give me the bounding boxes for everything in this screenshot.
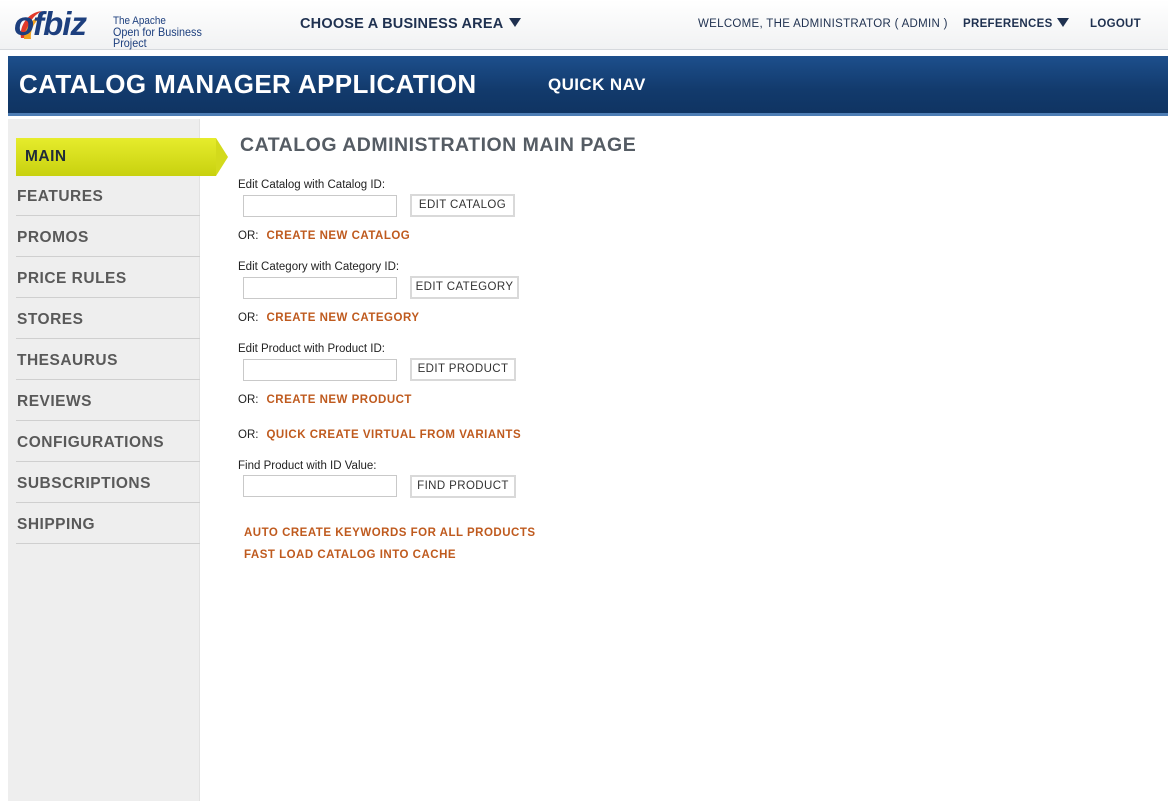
auto-create-keywords-link[interactable]: AUTO CREATE KEYWORDS FOR ALL PRODUCTS <box>244 527 536 539</box>
find-product-label: Find Product with ID Value: <box>238 460 377 472</box>
create-new-category-link[interactable]: CREATE NEW CATEGORY <box>266 312 419 324</box>
dropdown-triangle-icon <box>509 18 522 27</box>
logo-subtitle-line2: Open for Business Project <box>113 25 202 50</box>
application-title: CATALOG MANAGER APPLICATION <box>19 69 477 99</box>
sidebar-item-thesaurus[interactable]: THESAURUS <box>16 342 200 380</box>
sidebar-item-price-rules[interactable]: PRICE RULES <box>16 260 200 298</box>
edit-category-label: Edit Category with Category ID: <box>238 261 400 273</box>
create-new-product-link[interactable]: CREATE NEW PRODUCT <box>266 394 412 406</box>
product-id-input[interactable] <box>243 359 397 381</box>
edit-catalog-label: Edit Catalog with Catalog ID: <box>238 179 386 191</box>
logo-wordmark: ofbiz <box>14 5 87 42</box>
sidebar-item-stores[interactable]: STORES <box>16 301 200 339</box>
top-header: ofbiz The Apache Open for Business Proje… <box>0 0 1168 50</box>
welcome-text: WELCOME, THE ADMINISTRATOR ( ADMIN ) <box>698 18 948 30</box>
sidebar-item-features[interactable]: FEATURES <box>16 178 200 216</box>
catalog-id-input[interactable] <box>243 195 397 217</box>
edit-product-button[interactable]: EDIT PRODUCT <box>410 358 516 381</box>
sidebar-item-configurations[interactable]: CONFIGURATIONS <box>16 424 200 462</box>
create-product-row: OR: CREATE NEW PRODUCT <box>238 394 412 406</box>
sidebar: MAIN FEATURES PROMOS PRICE RULES STORES … <box>8 119 228 801</box>
sidebar-item-shipping[interactable]: SHIPPING <box>16 506 200 544</box>
business-area-menu[interactable]: CHOOSE A BUSINESS AREA <box>300 16 522 32</box>
create-new-catalog-link[interactable]: CREATE NEW CATALOG <box>266 230 410 242</box>
sidebar-item-promos[interactable]: PROMOS <box>16 219 200 257</box>
ofbiz-logo[interactable]: ofbiz The Apache Open for Business Proje… <box>14 4 244 49</box>
preferences-label: PREFERENCES <box>963 18 1053 30</box>
or-label: OR: <box>238 230 259 242</box>
logo-subtitle: The Apache Open for Business Project <box>113 16 231 50</box>
create-category-row: OR: CREATE NEW CATEGORY <box>238 312 420 324</box>
dropdown-triangle-icon <box>1056 18 1069 27</box>
page-title: CATALOG ADMINISTRATION MAIN PAGE <box>240 134 637 156</box>
find-product-input[interactable] <box>243 475 397 497</box>
create-catalog-row: OR: CREATE NEW CATALOG <box>238 230 410 242</box>
or-label: OR: <box>238 312 259 324</box>
edit-product-label: Edit Product with Product ID: <box>238 343 386 355</box>
edit-catalog-button[interactable]: EDIT CATALOG <box>410 194 515 217</box>
application-bar: CATALOG MANAGER APPLICATION QUICK NAV <box>8 56 1168 116</box>
or-label: OR: <box>238 394 259 406</box>
find-product-button[interactable]: FIND PRODUCT <box>410 475 516 498</box>
quick-create-virtual-link[interactable]: QUICK CREATE VIRTUAL FROM VARIANTS <box>266 429 521 441</box>
or-label: OR: <box>238 429 259 441</box>
business-area-label: CHOOSE A BUSINESS AREA <box>300 16 504 32</box>
edit-category-button[interactable]: EDIT CATEGORY <box>410 276 519 299</box>
sidebar-item-subscriptions[interactable]: SUBSCRIPTIONS <box>16 465 200 503</box>
preferences-menu[interactable]: PREFERENCES <box>963 18 1069 30</box>
sidebar-item-main[interactable]: MAIN <box>16 138 228 176</box>
quick-nav-menu[interactable]: QUICK NAV <box>548 75 646 95</box>
fast-load-catalog-link[interactable]: FAST LOAD CATALOG INTO CACHE <box>244 549 456 561</box>
logout-link[interactable]: LOGOUT <box>1090 18 1141 30</box>
category-id-input[interactable] <box>243 277 397 299</box>
sidebar-item-reviews[interactable]: REVIEWS <box>16 383 200 421</box>
quick-create-row: OR: QUICK CREATE VIRTUAL FROM VARIANTS <box>238 429 521 441</box>
